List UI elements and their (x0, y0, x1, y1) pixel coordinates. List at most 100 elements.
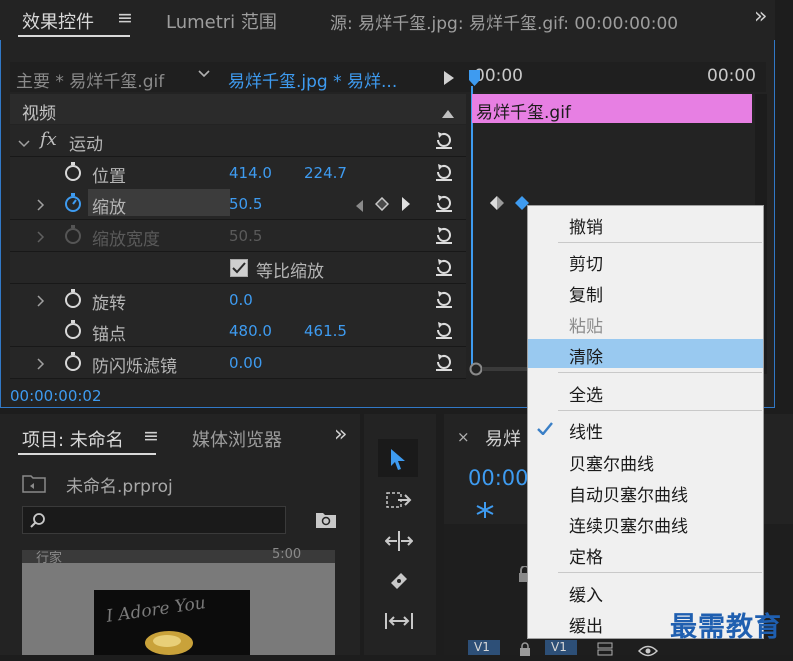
thumbnail-image: I Adore You (94, 590, 250, 655)
property-label: 缩放 (92, 198, 126, 218)
panel-overflow-icon[interactable]: » (754, 4, 767, 29)
menu-item-copy[interactable]: 复制 (528, 277, 763, 306)
reset-icon[interactable] (434, 353, 454, 371)
clip-breadcrumb-bar: 主要 * 易烊千玺.gif 易烊千玺.jpg * 易烊... (10, 62, 466, 92)
menu-item-label: 线性 (569, 423, 603, 443)
sequence-tab[interactable]: 易烊 (485, 425, 521, 451)
property-row-rotation[interactable]: 旋转 0.0 (10, 284, 466, 316)
menu-item-label: 复制 (569, 286, 603, 306)
tab-effect-controls[interactable]: 效果控件 (22, 8, 94, 34)
snap-icon[interactable] (474, 500, 496, 524)
selection-tool-button[interactable] (378, 439, 418, 477)
stopwatch-icon[interactable] (64, 320, 82, 344)
tab-source[interactable]: 源: 易烊千玺.jpg: 易烊千玺.gif: 00:00:00:00 (330, 9, 678, 34)
reset-icon[interactable] (434, 163, 454, 181)
expand-chevron-icon[interactable] (36, 355, 46, 374)
stopwatch-icon[interactable] (64, 352, 82, 376)
eye-icon[interactable] (637, 642, 659, 661)
menu-item-undo[interactable]: 撤销 (528, 209, 763, 238)
prev-keyframe-icon[interactable] (356, 197, 364, 216)
play-arrow-icon[interactable] (443, 70, 455, 89)
menu-item-linear[interactable]: 线性 (528, 414, 763, 443)
property-value[interactable]: 0.00 (229, 354, 262, 372)
razor-tool-icon[interactable] (387, 569, 411, 597)
panel-menu-icon[interactable]: ≡ (117, 7, 133, 29)
expand-chevron-icon[interactable] (36, 228, 46, 247)
expand-chevron-icon[interactable] (36, 196, 46, 215)
close-tab-icon[interactable]: × (457, 428, 470, 446)
menu-item-auto-bezier[interactable]: 自动贝塞尔曲线 (528, 477, 763, 506)
track-v1-target[interactable]: V1 (468, 640, 500, 655)
property-label: 锚点 (92, 325, 126, 345)
property-row-scale-width: 缩放宽度 50.5 (10, 220, 466, 252)
sync-lock-icon[interactable] (597, 641, 613, 660)
menu-item-select-all[interactable]: 全选 (528, 377, 763, 406)
current-timecode[interactable]: 00:00:00:02 (10, 387, 102, 405)
project-search-field[interactable] (22, 506, 286, 534)
menu-item-label: 自动贝塞尔曲线 (569, 486, 688, 506)
tab-lumetri-scopes[interactable]: Lumetri 范围 (166, 8, 277, 34)
keyframe-ruler[interactable]: 00:00 00:00 (466, 62, 766, 92)
uniform-scale-checkbox[interactable] (230, 259, 248, 281)
reset-icon[interactable] (434, 226, 454, 244)
reset-icon[interactable] (434, 194, 454, 212)
property-row-anti-flicker[interactable]: 防闪烁滤镜 0.00 (10, 347, 466, 379)
watermark: 最需教育 (670, 612, 782, 643)
playhead-handle[interactable] (469, 70, 480, 86)
menu-separator (558, 372, 762, 373)
search-input[interactable] (51, 509, 285, 531)
motion-effect-row[interactable]: fx 运动 (10, 125, 466, 157)
add-keyframe-icon[interactable] (374, 196, 390, 215)
sequence-clip-label[interactable]: 易烊千玺.jpg * 易烊... (228, 67, 397, 92)
clip-thumbnail-card[interactable]: 行家 5:00 I Adore You (22, 547, 335, 655)
reset-icon[interactable] (434, 321, 454, 339)
collapse-arrow-icon[interactable] (442, 103, 454, 122)
track-select-tool-icon[interactable] (386, 490, 412, 514)
property-row-anchor[interactable]: 锚点 480.0 461.5 (10, 315, 466, 347)
ripple-edit-tool-icon[interactable] (384, 530, 414, 556)
fx-badge[interactable]: fx (40, 129, 57, 150)
property-value-x[interactable]: 480.0 (229, 322, 272, 340)
property-value[interactable]: 50.5 (229, 195, 262, 213)
property-value[interactable]: 0.0 (229, 291, 253, 309)
reset-icon[interactable] (434, 258, 454, 276)
menu-item-label: 缓出 (569, 617, 603, 637)
reset-icon[interactable] (434, 131, 454, 149)
expand-chevron-icon[interactable] (18, 134, 30, 153)
master-clip-label[interactable]: 主要 * 易烊千玺.gif (16, 67, 164, 92)
expand-chevron-icon[interactable] (36, 292, 46, 311)
track-lock-icon[interactable] (519, 641, 531, 660)
property-row-scale[interactable]: 缩放 50.5 (10, 188, 466, 220)
property-value-y[interactable]: 461.5 (304, 322, 347, 340)
chevron-down-icon[interactable] (197, 67, 211, 85)
tab-media-browser[interactable]: 媒体浏览器 (192, 426, 282, 452)
tab-project[interactable]: 项目: 未命名 (22, 426, 124, 452)
menu-item-bezier[interactable]: 贝塞尔曲线 (528, 446, 763, 475)
keyframe-marker[interactable] (489, 195, 505, 215)
stopwatch-icon[interactable] (64, 162, 82, 186)
stopwatch-active-icon[interactable] (64, 193, 82, 217)
menu-item-cut[interactable]: 剪切 (528, 246, 763, 275)
active-tab-underline (18, 35, 130, 37)
stopwatch-icon[interactable] (64, 289, 82, 313)
property-value-x[interactable]: 414.0 (229, 164, 272, 182)
slip-tool-icon[interactable] (384, 611, 414, 635)
track-v1-source[interactable]: V1 (545, 640, 577, 655)
effect-controls-tab-bar: 效果控件 ≡ Lumetri 范围 源: 易烊千玺.jpg: 易烊千玺.gif:… (0, 0, 775, 40)
property-row-position[interactable]: 位置 414.0 224.7 (10, 157, 466, 189)
project-file-name: 未命名.prproj (66, 477, 173, 497)
menu-item-clear[interactable]: 清除 (528, 339, 763, 368)
menu-item-continuous-bezier[interactable]: 连续贝塞尔曲线 (528, 508, 763, 537)
new-bin-icon[interactable] (315, 511, 337, 533)
panel-overflow-icon[interactable]: » (334, 422, 347, 447)
reset-icon[interactable] (434, 290, 454, 308)
menu-item-ease-in[interactable]: 缓入 (528, 577, 763, 606)
timeline-timecode[interactable]: 00:00 (468, 466, 529, 490)
panel-menu-icon[interactable]: ≡ (143, 425, 159, 447)
property-row-uniform-scale[interactable]: 等比缩放 (10, 252, 466, 284)
clip-bar[interactable]: 易烊千玺.gif (472, 94, 752, 123)
property-value-y[interactable]: 224.7 (304, 164, 347, 182)
property-value: 50.5 (229, 227, 263, 245)
next-keyframe-icon[interactable] (401, 196, 410, 215)
menu-item-hold[interactable]: 定格 (528, 539, 763, 568)
